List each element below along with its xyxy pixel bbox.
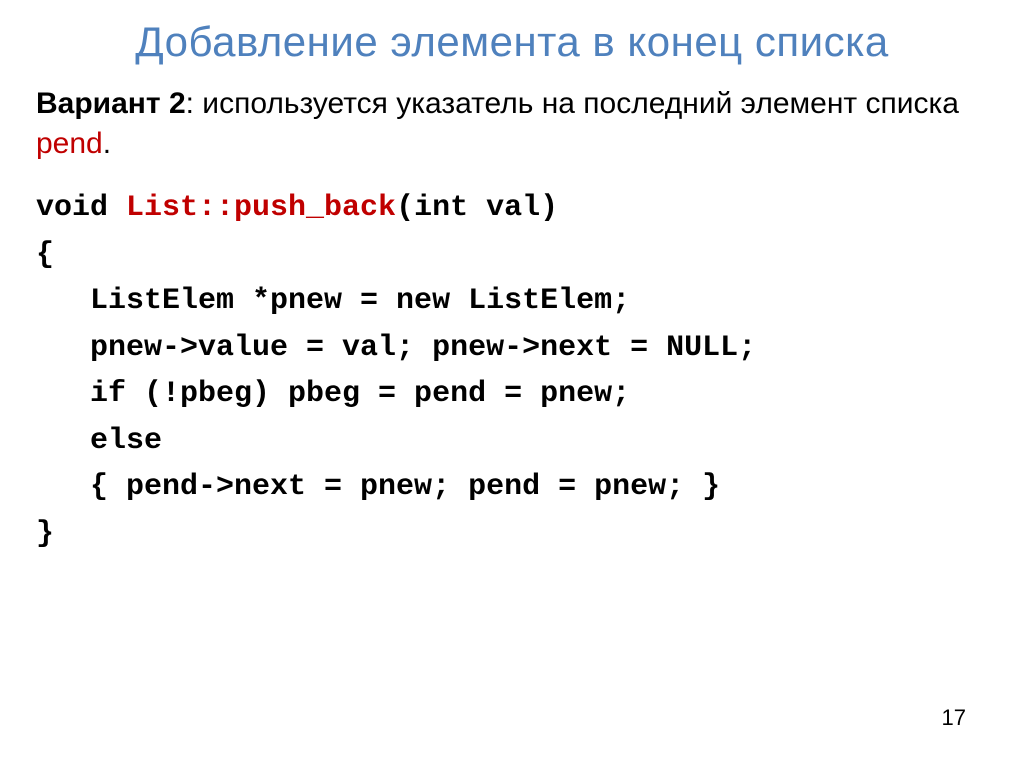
code-close-brace: } <box>36 517 54 551</box>
code-params: (int val) <box>396 191 558 225</box>
code-line-2: pnew->value = val; pnew->next = NULL; <box>36 331 756 365</box>
code-line-4: else <box>36 424 162 458</box>
pend-keyword: pend <box>36 127 103 160</box>
code-func-name: List::push_back <box>126 191 396 225</box>
code-line-3: if (!pbeg) pbeg = pend = pnew; <box>36 377 630 411</box>
variant-label: Вариант 2 <box>36 87 186 120</box>
page-number: 17 <box>942 705 966 731</box>
code-void: void <box>36 191 126 225</box>
code-open-brace: { <box>36 238 54 272</box>
slide-body-text: Вариант 2: используется указатель на пос… <box>36 84 988 163</box>
body-text-part1: : используется указатель на последний эл… <box>186 87 959 120</box>
slide-title: Добавление элемента в конец списка <box>36 18 988 66</box>
code-line-5: { pend->next = pnew; pend = pnew; } <box>36 470 720 504</box>
code-block: void List::push_back(int val) { ListElem… <box>36 185 988 557</box>
slide: Добавление элемента в конец списка Вариа… <box>0 0 1024 767</box>
code-line-1: ListElem *pnew = new ListElem; <box>36 284 630 318</box>
body-text-part2: . <box>103 127 111 160</box>
